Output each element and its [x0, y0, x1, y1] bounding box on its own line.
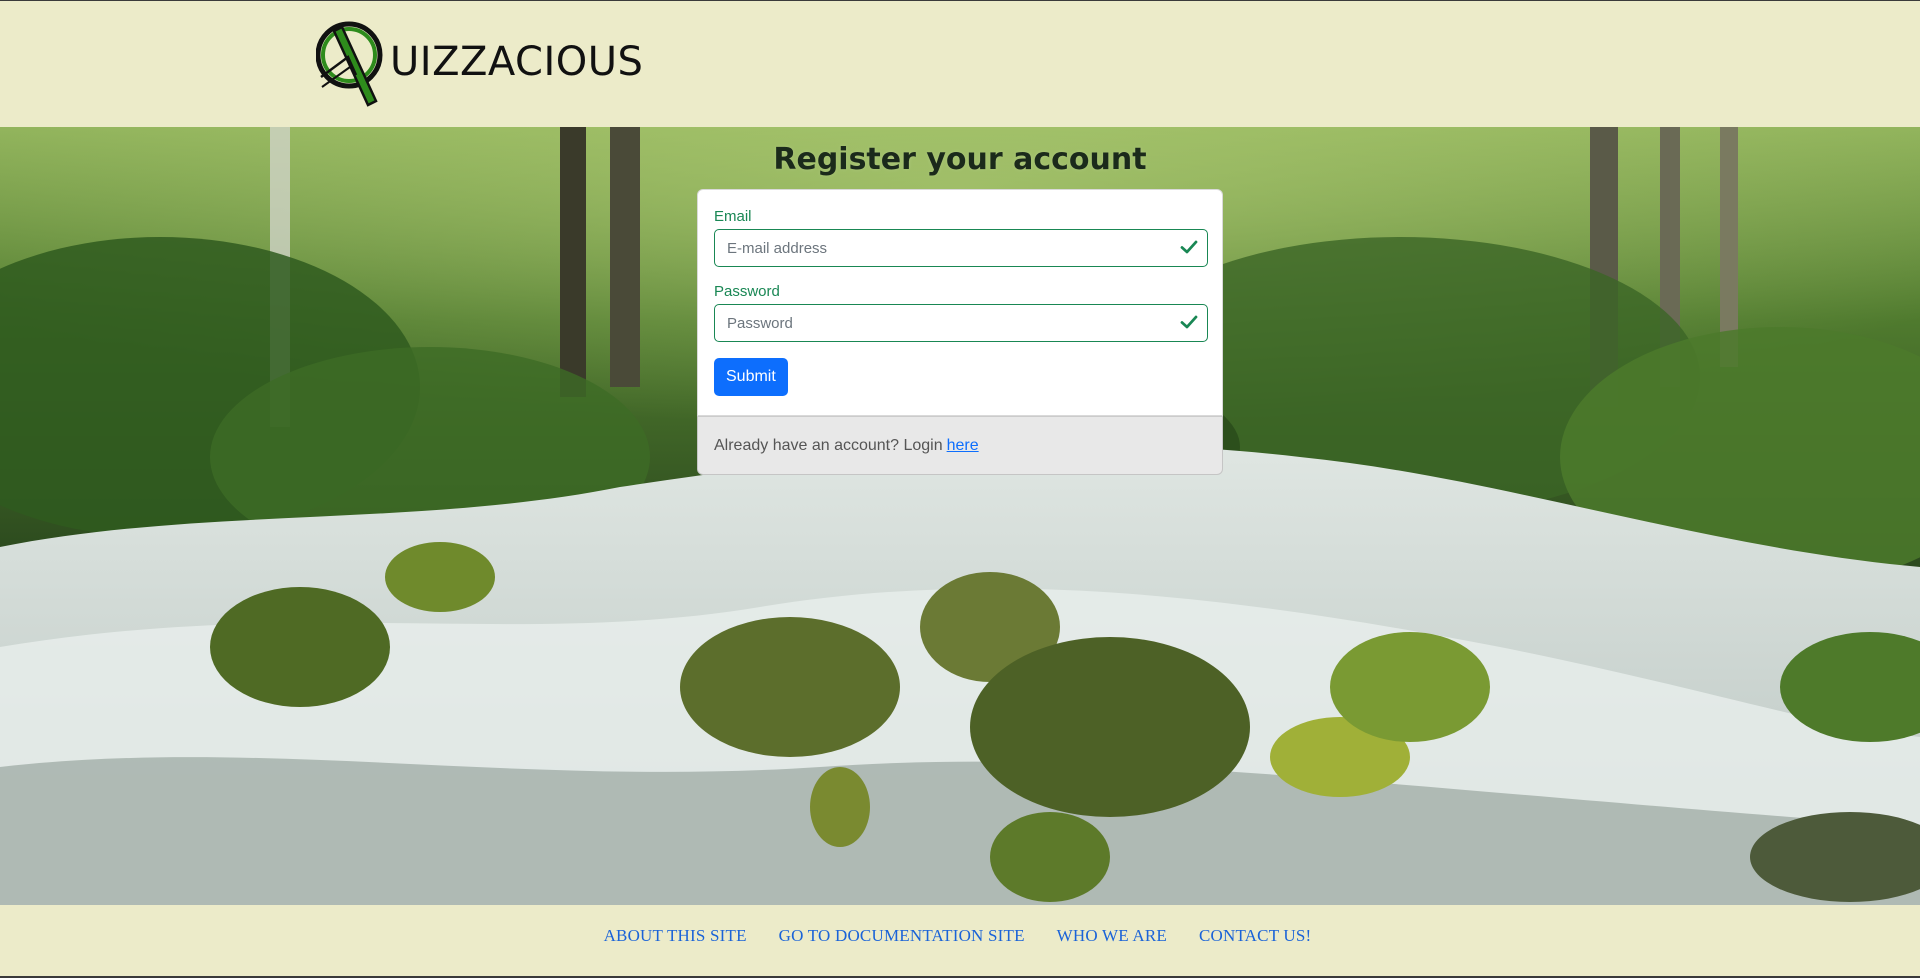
email-input[interactable]: [714, 229, 1208, 267]
footer-link-contact[interactable]: CONTACT US!: [1199, 926, 1311, 946]
footer-link-who-we-are[interactable]: WHO WE ARE: [1057, 926, 1167, 946]
site-logo[interactable]: UIZZACIOUS: [316, 17, 643, 112]
password-input-group: [714, 304, 1208, 342]
logo-text: UIZZACIOUS: [390, 38, 644, 85]
footer-link-documentation[interactable]: GO TO DOCUMENTATION SITE: [779, 926, 1025, 946]
footer-link-about[interactable]: ABOUT THIS SITE: [604, 926, 747, 946]
register-form: Email Password Submit: [697, 189, 1223, 416]
valid-check-icon: [1180, 315, 1198, 329]
password-label: Password: [714, 283, 780, 300]
site-header: UIZZACIOUS: [0, 0, 1920, 127]
login-prompt: Already have an account? Login here: [697, 416, 1223, 475]
site-footer: ABOUT THIS SITE GO TO DOCUMENTATION SITE…: [0, 905, 1920, 978]
valid-check-icon: [1180, 240, 1198, 254]
email-input-group: [714, 229, 1208, 267]
email-label: Email: [714, 208, 752, 225]
submit-button[interactable]: Submit: [714, 358, 788, 396]
footer-nav: ABOUT THIS SITE GO TO DOCUMENTATION SITE…: [604, 926, 1312, 946]
login-prompt-text: Already have an account? Login: [714, 436, 943, 454]
page-title: Register your account: [773, 142, 1147, 177]
quizzacious-logo-icon: [316, 21, 383, 107]
password-input[interactable]: [714, 304, 1208, 342]
login-link[interactable]: here: [947, 437, 979, 455]
